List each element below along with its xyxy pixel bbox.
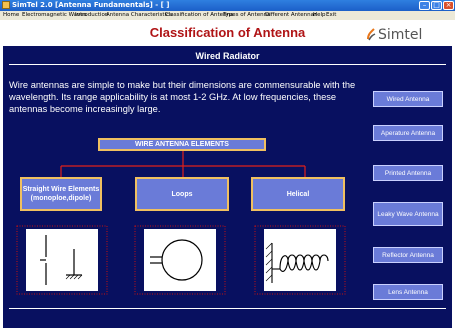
category-helical: Helical (251, 177, 345, 211)
menu-introduction[interactable]: Introduction (75, 11, 108, 20)
menu-home[interactable]: Home (3, 11, 19, 20)
app-icon (2, 1, 10, 9)
loop-icon (144, 229, 216, 291)
wired-antenna-button[interactable]: Wired Antenna (373, 91, 443, 107)
minimize-icon[interactable]: – (419, 1, 430, 10)
page-header: Classification of Antenna Simtel (0, 20, 455, 46)
category-loops: Loops (135, 177, 229, 211)
reflector-antenna-button[interactable]: Reflector Antenna (373, 247, 443, 263)
diagram-root: WIRE ANTENNA ELEMENTS (98, 138, 266, 151)
title-bar: SimTel 2.0 [Antenna Fundamentals] - [ ] … (0, 0, 455, 11)
logo-text: Simtel (378, 27, 423, 43)
close-icon[interactable]: × (443, 1, 454, 10)
menu-help[interactable]: Help (313, 11, 326, 20)
divider-bottom (9, 308, 446, 309)
menu-antenna-characteristics[interactable]: Antenna Characteristics (106, 11, 172, 20)
leaky-wave-antenna-button[interactable]: Leaky Wave Antenna (373, 202, 443, 226)
window-title: SimTel 2.0 [Antenna Fundamentals] - [ ] (12, 1, 170, 9)
lens-antenna-button[interactable]: Lens Antenna (373, 284, 443, 300)
menu-exit[interactable]: Exit (326, 11, 336, 20)
menu-different-antennas[interactable]: Different Antennas (265, 11, 317, 20)
aperture-antenna-button[interactable]: Aperature Antenna (373, 125, 443, 141)
monopole-dipole-icon (26, 229, 98, 291)
helical-icon (264, 229, 336, 291)
content-panel: Wired Radiator Wire antennas are simple … (3, 46, 452, 328)
menu-types-of-antenna[interactable]: Types of Antenna (223, 11, 270, 20)
simtel-logo-icon (367, 28, 376, 41)
category-straight-wire: Straight Wire Elements (monoploe,dipole) (20, 177, 102, 211)
printed-antenna-button[interactable]: Printed Antenna (373, 165, 443, 181)
maximize-icon[interactable]: □ (431, 1, 442, 10)
